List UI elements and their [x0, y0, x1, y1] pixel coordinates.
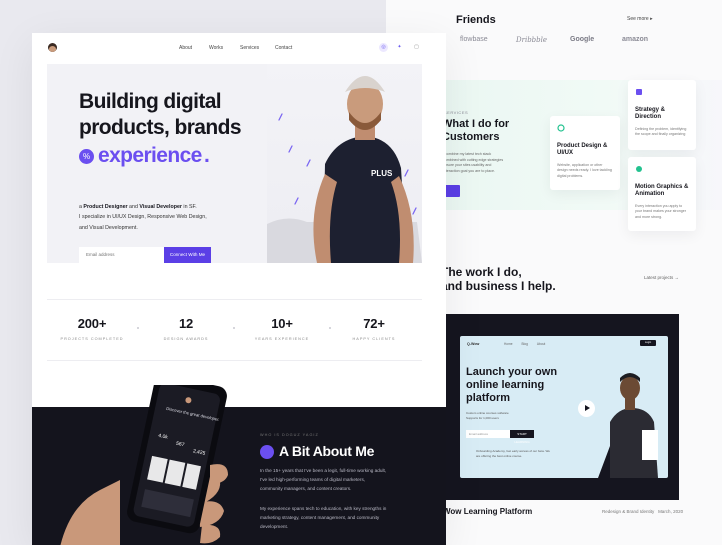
- google-logo: Google: [570, 36, 595, 43]
- about-eyebrow: WHO IS DOGUZ YAGIZ: [260, 433, 319, 437]
- services-eyebrow: SERVICES: [444, 110, 469, 115]
- stat-separator: [233, 327, 235, 329]
- stat-clients: 72+ HAPPY CLIENTS: [352, 316, 396, 341]
- client-logos: flowbase Dribbble Google amazon: [460, 36, 700, 50]
- preview-email-input: Email address: [466, 430, 510, 438]
- nav-services[interactable]: Services: [240, 45, 259, 51]
- amazon-logo: amazon: [622, 36, 649, 43]
- phone-in-hand: Discover the great developer. 4.0k 567 2…: [60, 385, 228, 545]
- preview-bullets: Custom online courses software Supports …: [466, 411, 509, 420]
- stat-projects: 200+ PROJECTS COMPLETED: [60, 316, 124, 341]
- stat-experience: 10+ YEARS EXPERIENCE: [254, 316, 310, 341]
- about-paragraph-1: In the 15+ years that I've been a legit,…: [260, 468, 387, 491]
- connect-button[interactable]: Connect With Me: [164, 247, 211, 263]
- nav-works[interactable]: Works: [209, 45, 223, 51]
- stats-row: 200+ PROJECTS COMPLETED 12 DESIGN AWARDS 1…: [47, 299, 422, 361]
- portrait-illustration: PLUS: [267, 76, 422, 263]
- preview-nav: Home Blog About: [504, 342, 546, 346]
- nav-contact[interactable]: Contact: [275, 45, 292, 51]
- portfolio-page-front: About Works Services Contact ◎ ✦ ▢ Build…: [32, 33, 446, 545]
- preview-login-button: Login: [640, 340, 656, 346]
- services-description: I combine my latest tech stack combined …: [443, 152, 504, 173]
- service-card-title: Product Design & UI/UX: [557, 143, 608, 156]
- ghost-icon: [260, 445, 274, 459]
- project-preview: Q-Wow Home Blog About Login Launch your ow…: [460, 336, 668, 478]
- hero-title-dot: .: [204, 144, 210, 167]
- work-heading: The work I do, and business I help.: [441, 265, 556, 293]
- stat-separator: [137, 327, 139, 329]
- learner-figure: [598, 373, 658, 478]
- friends-heading: Friends: [456, 14, 496, 26]
- services-heading: What I do for Customers: [442, 118, 510, 143]
- service-card-motion[interactable]: Motion Graphics & Animation Every intera…: [628, 157, 696, 231]
- preview-start-button: START LEARNING: [510, 430, 534, 444]
- service-card-title: Motion Graphics & Animation: [635, 184, 689, 197]
- service-card-product-design[interactable]: Product Design & UI/UX Website, applicat…: [550, 116, 620, 190]
- hero-title-line2: products, brands: [79, 116, 242, 139]
- flowbase-logo: flowbase: [460, 36, 488, 43]
- service-card-desc: Every interaction you apply to your bran…: [635, 204, 686, 219]
- dribbble-icon[interactable]: ◎: [379, 43, 388, 52]
- design-icon: [557, 124, 565, 132]
- dribbble-logo: Dribbble: [516, 36, 548, 44]
- service-card-strategy[interactable]: Strategy & Direction Defining the proble…: [628, 80, 696, 150]
- service-card-desc: Website, application or other design nee…: [557, 163, 612, 178]
- hero-title-line3: experience: [98, 144, 202, 167]
- hero-description: a Product Designer and Visual Developer …: [79, 204, 207, 231]
- strategy-icon: [636, 89, 642, 95]
- shirt-text: PLUS: [371, 169, 393, 178]
- percent-badge-icon: %: [79, 149, 94, 164]
- preview-logo: Q-Wow: [467, 342, 480, 346]
- nav-about[interactable]: About: [179, 45, 192, 51]
- hero-section: Building digital products, brands % expe…: [47, 64, 422, 263]
- latest-projects-link[interactable]: Latest projects →: [644, 275, 679, 280]
- hero-portrait: PLUS: [267, 64, 422, 263]
- hero-title-line1: Building digital: [79, 90, 222, 113]
- project-title: Wow Learning Platform: [443, 507, 533, 516]
- stat-awards: 12 DESIGN AWARDS: [163, 316, 209, 341]
- avatar[interactable]: [48, 43, 57, 52]
- instagram-icon[interactable]: ▢: [412, 43, 421, 52]
- motion-icon: [636, 166, 642, 172]
- project-meta: Redesign & Brand Identity March, 2020: [602, 509, 684, 514]
- about-section: Discover the great developer. 4.0k 567 2…: [32, 385, 446, 545]
- about-paragraph-2: My experience spans tech to education, w…: [260, 506, 387, 529]
- service-card-desc: Defining the problem, identifying the sc…: [635, 127, 687, 137]
- see-more-link[interactable]: See more ▸: [627, 16, 653, 22]
- preview-footnote: Onboarding Academy, Get early access of …: [476, 449, 550, 458]
- about-heading: A Bit About Me: [279, 443, 375, 459]
- preview-headline: Launch your own online learning platform: [466, 366, 558, 404]
- service-card-title: Strategy & Direction: [635, 107, 666, 120]
- project-card-learning[interactable]: Q-Wow Home Blog About Login Launch your ow…: [446, 314, 679, 500]
- twitter-icon[interactable]: ✦: [395, 43, 404, 52]
- hero-email-input[interactable]: [79, 247, 164, 263]
